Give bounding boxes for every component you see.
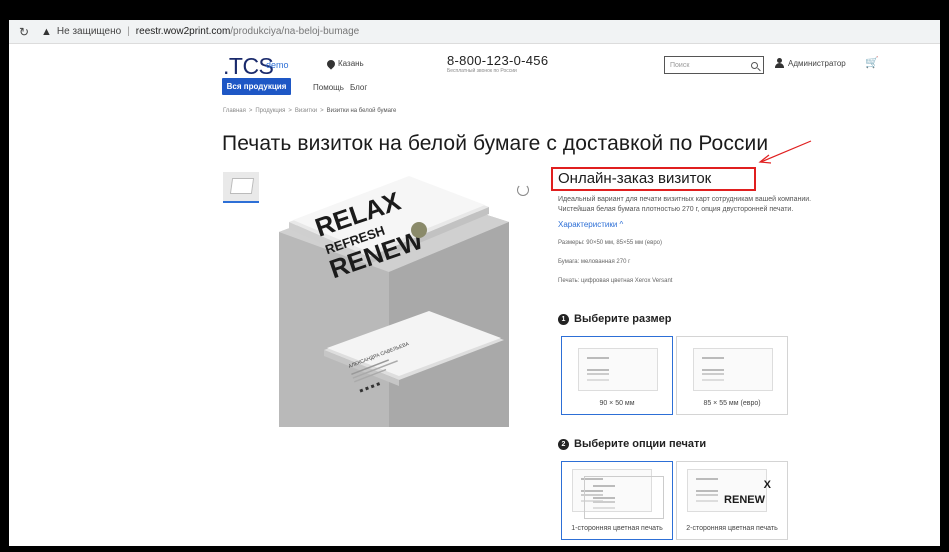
page-title: Печать визиток на белой бумаге с доставк… [222,132,769,155]
user-menu[interactable]: Администратор [775,58,846,68]
step-number-badge: 1 [558,313,569,325]
address-bar[interactable]: ↻ ▲ Не защищено | reestr.wow2print.com /… [9,20,940,44]
print-option-label: 1-сторонняя цветная печать [571,525,663,532]
preview-x-text: X [763,479,771,491]
print-step-title: Выберите опции печати [574,438,707,450]
breadcrumb-current: Визитки на белой бумаге [326,108,397,114]
spec-paper: Бумага: мелованная 270 г [558,259,631,265]
gallery-thumbnail[interactable] [223,172,259,203]
nav-help-link[interactable]: Помощь [313,83,344,92]
spec-print: Печать: цифровая цветная Xerox Versant [558,278,673,284]
print-option-double[interactable]: X RENEW 2-сторонняя цветная печать [676,461,788,540]
card-preview-image [693,348,773,391]
cart-icon[interactable]: 🛒 [865,56,879,69]
size-option-label: 90 × 50 мм [599,400,635,407]
size-step-heading: 1 Выберите размер [558,313,671,325]
breadcrumb-home[interactable]: Главная [223,108,246,114]
card-preview-image [578,348,658,391]
breadcrumb-cards[interactable]: Визитки [295,108,317,114]
nav-blog-link[interactable]: Блог [350,83,367,92]
warning-icon[interactable]: ▲ [41,26,52,38]
location-pin-icon [325,57,337,70]
characteristics-toggle[interactable]: Характеристики ^ [558,220,623,229]
breadcrumb: Главная > Продукция > Визитки > Визитки … [223,108,396,114]
sprout-icon [411,222,427,238]
city-label: Казань [338,59,364,68]
preview-renew-text: RENEW [724,494,765,506]
spec-size: Размеры: 90×50 мм, 85×55 мм (евро) [558,240,663,246]
card-preview-back [584,476,664,519]
print-option-single[interactable]: 1-сторонняя цветная печать [561,461,673,540]
search-icon[interactable] [751,61,758,69]
browser-window: ↻ ▲ Не защищено | reestr.wow2print.com /… [9,20,940,546]
address-separator: | [127,26,130,37]
breadcrumb-separator: > [288,108,292,114]
user-name: Администратор [788,58,846,68]
user-icon [775,58,784,68]
reload-icon[interactable]: ↻ [18,25,30,39]
size-step-title: Выберите размер [574,313,672,325]
size-option-90x50[interactable]: 90 × 50 мм [561,336,673,415]
size-option-label: 85 × 55 мм (евро) [703,400,761,407]
search-input[interactable]: Поиск [664,56,764,74]
product-image: RELAX REFRESH RENEW АЛЕКСАНДРА САВЕЛЬЕВА [279,176,509,427]
print-option-label: 2-сторонняя цветная печать [686,525,778,532]
search-placeholder: Поиск [670,61,690,69]
nav-all-products-button[interactable]: Вся продукция [222,78,291,95]
phone-number[interactable]: 8-800-123-0-456 [447,53,548,68]
phone-note: Бесплатный звонок по России [447,68,517,74]
breadcrumb-separator: > [320,108,324,114]
annotation-arrow-icon [758,140,812,164]
logo-demo-label: demo [266,60,289,70]
city-selector[interactable]: Казань [325,57,364,70]
size-option-85x55[interactable]: 85 × 55 мм (евро) [676,336,788,415]
url-host[interactable]: reestr.wow2print.com [136,26,230,37]
breadcrumb-separator: > [248,108,253,114]
insecure-label[interactable]: Не защищено [57,26,121,37]
print-step-heading: 2 Выберите опции печати [558,438,706,450]
step-number-badge: 2 [558,438,569,450]
breadcrumb-products[interactable]: Продукция [255,108,285,114]
url-path[interactable]: /produkciya/na-beloj-bumage [230,26,359,37]
product-description: Идеальный вариант для печати визитных ка… [558,196,812,213]
order-title: Онлайн-заказ визиток [558,170,712,187]
rotate-3d-icon[interactable] [517,184,529,196]
